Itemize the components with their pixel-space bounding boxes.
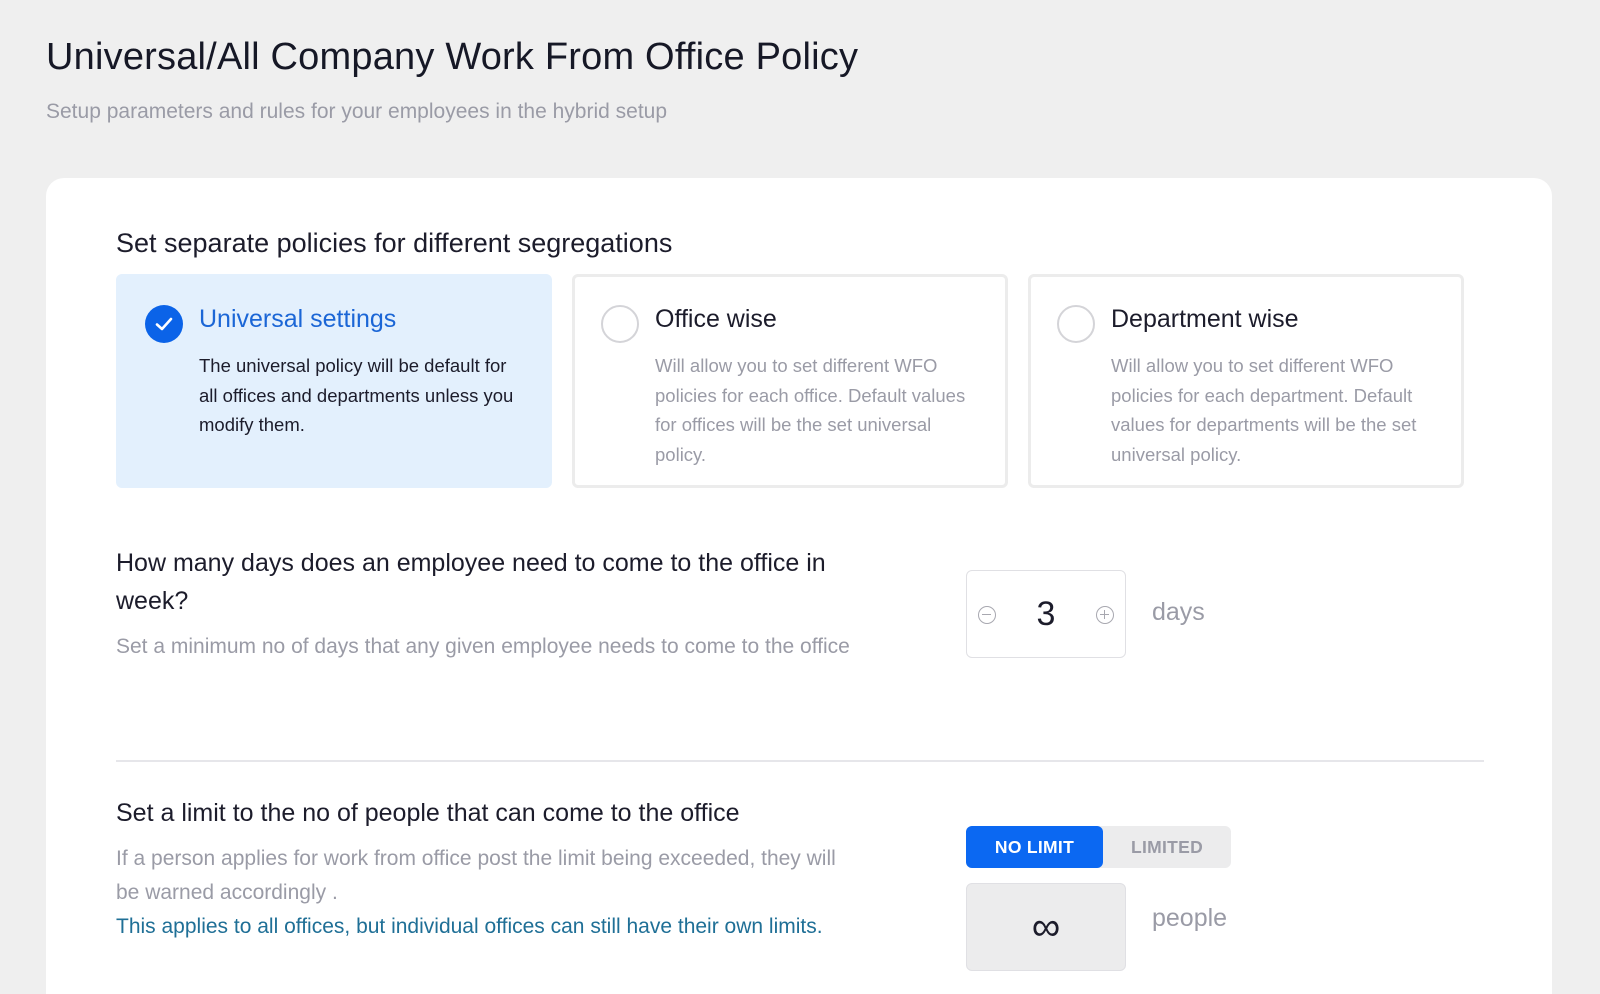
option-department-wise[interactable]: Department wise Will allow you to set di… — [1028, 274, 1464, 488]
days-stepper[interactable]: 3 — [966, 570, 1126, 658]
limit-note-text: This applies to all offices, but individ… — [116, 915, 823, 938]
no-limit-toggle-button[interactable]: NO LIMIT — [966, 826, 1103, 868]
days-question-title: How many days does an employee need to c… — [116, 549, 826, 615]
segregation-heading: Set separate policies for different segr… — [116, 228, 673, 258]
radio-icon — [1057, 305, 1095, 343]
option-title: Department wise — [1111, 305, 1299, 333]
days-question-description: Set a minimum no of days that any given … — [116, 635, 850, 658]
limited-toggle-button[interactable]: LIMITED — [1103, 826, 1231, 868]
limit-question-description: If a person applies for work from office… — [116, 842, 856, 944]
option-universal-settings[interactable]: Universal settings The universal policy … — [116, 274, 552, 488]
limit-toggle[interactable]: NO LIMIT LIMITED — [966, 826, 1231, 868]
option-title: Office wise — [655, 305, 777, 333]
plus-circle-icon[interactable] — [1096, 606, 1114, 624]
radio-icon — [601, 305, 639, 343]
limit-question-title: Set a limit to the no of people that can… — [116, 799, 740, 827]
section-divider — [116, 760, 1484, 762]
checked-radio-icon — [145, 305, 183, 343]
page: Universal/All Company Work From Office P… — [0, 0, 1600, 994]
option-description: Will allow you to set different WFO poli… — [1111, 355, 1417, 465]
people-limit-field: ∞ — [966, 883, 1126, 971]
policy-card: Set separate policies for different segr… — [46, 178, 1552, 994]
option-description: The universal policy will be default for… — [199, 355, 514, 435]
page-title: Universal/All Company Work From Office P… — [46, 36, 859, 78]
page-subtitle: Setup parameters and rules for your empl… — [46, 100, 668, 123]
days-unit: days — [1152, 598, 1205, 626]
option-title: Universal settings — [199, 305, 397, 333]
option-description: Will allow you to set different WFO poli… — [655, 355, 966, 465]
people-unit: people — [1152, 904, 1228, 932]
option-office-wise[interactable]: Office wise Will allow you to set differ… — [572, 274, 1008, 488]
limit-description-text: If a person applies for work from office… — [116, 847, 836, 904]
